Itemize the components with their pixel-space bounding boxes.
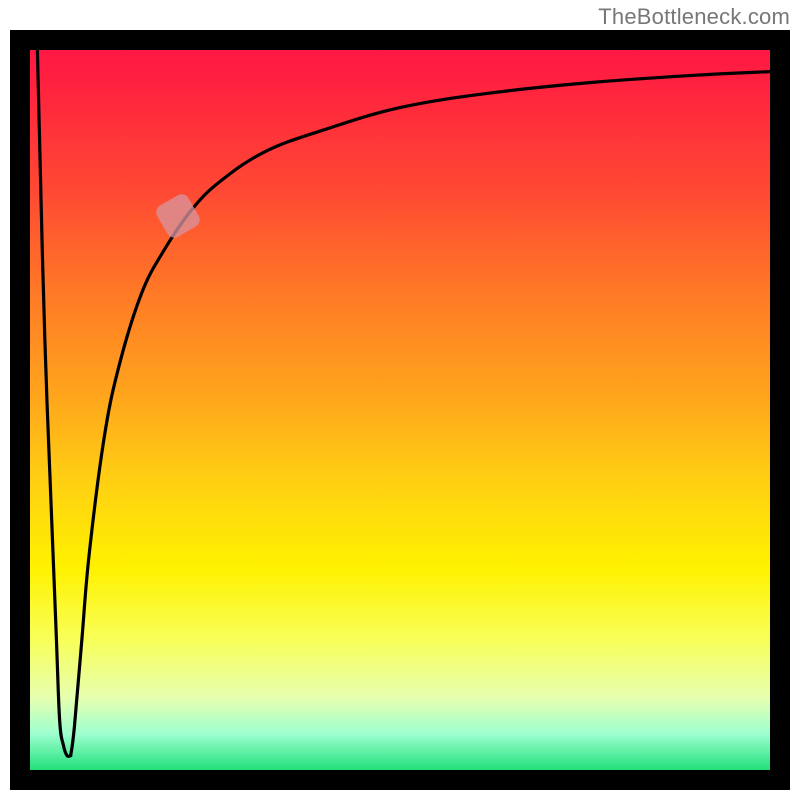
curve-left-drop <box>37 50 70 756</box>
plot-area <box>30 50 770 770</box>
curve-main <box>71 72 770 756</box>
watermark-text: TheBottleneck.com <box>598 4 790 30</box>
curve-layer <box>30 50 770 770</box>
